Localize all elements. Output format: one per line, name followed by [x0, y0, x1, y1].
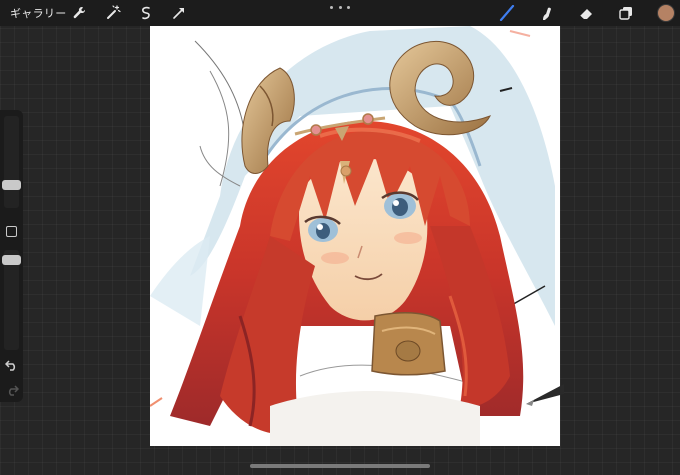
smudge-icon[interactable] — [537, 4, 555, 22]
opacity-slider[interactable] — [4, 250, 19, 350]
selection-icon[interactable] — [137, 4, 155, 22]
wrench-icon[interactable] — [70, 4, 88, 22]
transform-icon[interactable] — [170, 4, 188, 22]
opacity-thumb[interactable] — [2, 255, 21, 265]
pencil-cursor — [524, 376, 564, 416]
brush-size-slider[interactable] — [4, 116, 19, 208]
left-sidebar — [0, 110, 23, 402]
undo-icon[interactable] — [3, 358, 20, 372]
brush-size-thumb[interactable] — [2, 180, 21, 190]
color-picker-swatch[interactable] — [657, 4, 675, 22]
gallery-button[interactable]: ギャラリー — [10, 5, 67, 21]
more-options-icon[interactable] — [330, 3, 350, 11]
redo-icon[interactable] — [3, 383, 20, 397]
home-indicator[interactable] — [250, 464, 430, 468]
eraser-icon[interactable] — [577, 4, 595, 22]
drawing-canvas[interactable] — [150, 26, 560, 446]
modify-button[interactable] — [6, 226, 17, 237]
brush-icon[interactable] — [498, 4, 516, 22]
layers-icon[interactable] — [617, 4, 635, 22]
top-toolbar: ギャラリー — [0, 0, 680, 26]
artwork-illustration — [150, 26, 555, 446]
magic-wand-icon[interactable] — [104, 4, 122, 22]
